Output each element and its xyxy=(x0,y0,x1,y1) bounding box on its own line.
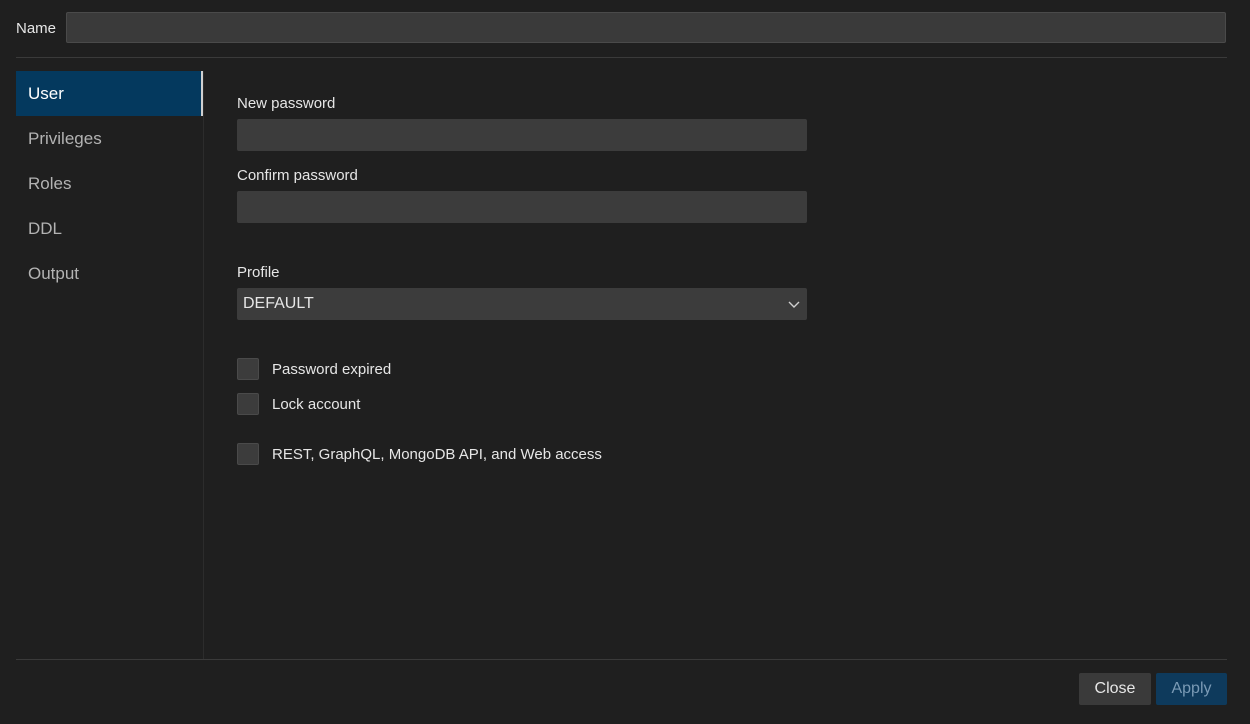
name-row: Name xyxy=(16,12,1228,45)
sidebar-item-roles[interactable]: Roles xyxy=(16,161,203,206)
sidebar: User Privileges Roles DDL Output xyxy=(16,71,204,659)
name-input[interactable] xyxy=(66,12,1226,43)
sidebar-item-ddl[interactable]: DDL xyxy=(16,206,203,251)
sidebar-item-privileges[interactable]: Privileges xyxy=(16,116,203,161)
name-label: Name xyxy=(16,20,57,37)
confirm-password-input[interactable] xyxy=(237,191,807,223)
web-access-checkbox[interactable] xyxy=(237,443,259,465)
profile-select[interactable]: DEFAULT xyxy=(237,288,807,320)
web-access-label: REST, GraphQL, MongoDB API, and Web acce… xyxy=(272,445,602,463)
confirm-password-label: Confirm password xyxy=(237,167,358,184)
sidebar-item-user[interactable]: User xyxy=(16,71,203,116)
password-expired-label: Password expired xyxy=(272,360,392,378)
bottom-divider xyxy=(16,659,1227,660)
chevron-down-icon xyxy=(788,301,800,308)
close-button[interactable]: Close xyxy=(1079,673,1151,705)
sidebar-item-output[interactable]: Output xyxy=(16,251,203,296)
profile-select-value: DEFAULT xyxy=(243,295,314,312)
lock-account-label: Lock account xyxy=(272,395,361,413)
lock-account-checkbox-row[interactable]: Lock account xyxy=(237,393,360,415)
profile-label: Profile xyxy=(237,264,280,281)
password-expired-checkbox-row[interactable]: Password expired xyxy=(237,358,391,380)
apply-button[interactable]: Apply xyxy=(1156,673,1227,705)
password-expired-checkbox[interactable] xyxy=(237,358,259,380)
web-access-checkbox-row[interactable]: REST, GraphQL, MongoDB API, and Web acce… xyxy=(237,443,602,465)
user-dialog: Name User Privileges Roles DDL Output Ne… xyxy=(0,0,1250,724)
lock-account-checkbox[interactable] xyxy=(237,393,259,415)
new-password-input[interactable] xyxy=(237,119,807,151)
top-divider xyxy=(16,57,1227,58)
new-password-label: New password xyxy=(237,95,336,112)
